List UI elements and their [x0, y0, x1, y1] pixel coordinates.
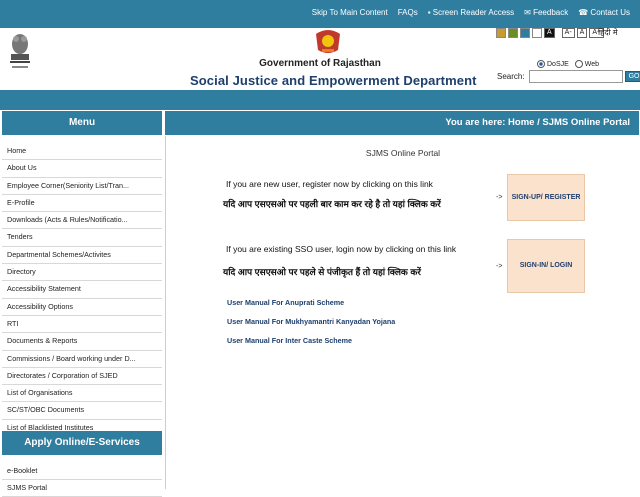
font-decrease-button[interactable]: A-	[561, 28, 575, 38]
menu-item-accessibility-options[interactable]: Accessibility Options	[2, 299, 162, 316]
menu-item-about[interactable]: About Us	[2, 160, 162, 178]
menu-item-employee-corner[interactable]: Employee Corner(Seniority List/Tran...	[2, 178, 162, 195]
existing-user-text-en: If you are existing SSO user, login now …	[226, 244, 457, 254]
menu-item-e-profile[interactable]: E-Profile	[2, 195, 162, 213]
signup-arrow: ->	[496, 194, 503, 201]
breadcrumb-separator: /	[537, 117, 540, 128]
menu-item-commissions[interactable]: Commissions / Board working under D...	[2, 351, 162, 368]
screen-reader-label: Screen Reader Access	[432, 8, 515, 17]
manual-kanyadan-link[interactable]: User Manual For Mukhyamantri Kanyadan Yo…	[227, 317, 395, 326]
new-user-text-en: If you are new user, register now by cli…	[226, 179, 433, 189]
menu-item-directory[interactable]: Directory	[2, 264, 162, 282]
side-menu: Home About Us Employee Corner(Seniority …	[2, 143, 162, 438]
feedback-label: Feedback	[533, 8, 569, 17]
signup-register-button[interactable]: SIGN-UP/ REGISTER	[507, 174, 585, 221]
radio-web[interactable]: Web	[574, 60, 600, 68]
page-title: SJMS Online Portal	[365, 148, 441, 158]
national-emblem-icon	[10, 34, 30, 68]
menu-item-accessibility-statement[interactable]: Accessibility Statement	[2, 281, 162, 299]
menu-item-tenders[interactable]: Tenders	[2, 229, 162, 247]
menu-item-organisations[interactable]: List of Organisations	[2, 385, 162, 403]
header-band	[0, 90, 640, 110]
high-contrast-button[interactable]: A	[544, 28, 555, 38]
font-normal-button[interactable]: A	[576, 28, 588, 38]
radio-web-label: Web	[584, 60, 600, 68]
skip-to-main-link[interactable]: Skip To Main Content	[312, 8, 388, 17]
manual-anuprati-link[interactable]: User Manual For Anuprati Scheme	[227, 298, 344, 307]
signin-login-button[interactable]: SIGN-IN/ LOGIN	[507, 239, 585, 293]
search-go-button[interactable]: GO	[624, 71, 640, 82]
search-bar: Search: GO	[497, 70, 640, 83]
menu-item-downloads[interactable]: Downloads (Acts & Rules/Notificatio...	[2, 212, 162, 230]
existing-user-text-hi: यदि आप एसएसओ पर पहले से पंजीकृत हैं तो य…	[223, 267, 421, 277]
theme-swatch-green[interactable]	[508, 28, 518, 38]
menu-item-e-booklet[interactable]: e-Booklet	[2, 463, 162, 480]
top-bar: Skip To Main Content FAQs ▪ Screen Reade…	[0, 0, 640, 28]
menu-item-directorates[interactable]: Directorates / Corporation of SJED	[2, 368, 162, 386]
radio-dosje-label: DoSJE	[547, 60, 569, 68]
menu-item-home[interactable]: Home	[2, 143, 162, 161]
theme-swatch-blue[interactable]	[520, 28, 530, 38]
hindi-link[interactable]: हिंदी मे	[598, 27, 618, 38]
breadcrumb-bar: You are here: Home / SJMS Online Portal	[165, 111, 639, 135]
radio-dosje-dot	[537, 60, 545, 68]
faqs-link[interactable]: FAQs	[398, 8, 418, 17]
search-scope: DoSJE Web	[537, 60, 599, 68]
breadcrumb-prefix: You are here:	[445, 117, 506, 128]
signin-arrow: ->	[496, 263, 503, 270]
breadcrumb-home-link[interactable]: Home	[508, 117, 534, 128]
menu-item-sc-st-obc[interactable]: SC/ST/OBC Documents	[2, 402, 162, 420]
top-links: Skip To Main Content FAQs ▪ Screen Reade…	[312, 8, 630, 17]
breadcrumb: You are here: Home / SJMS Online Portal	[445, 117, 630, 128]
screen-reader-link[interactable]: ▪ Screen Reader Access	[428, 8, 514, 17]
menu-item-schemes[interactable]: Departmental Schemes/Activites	[2, 247, 162, 265]
theme-swatch-white[interactable]	[532, 28, 542, 38]
search-label: Search:	[497, 72, 525, 81]
menu-heading: Menu	[2, 111, 162, 135]
contact-label: Contact Us	[590, 8, 630, 17]
search-input[interactable]	[528, 70, 623, 83]
radio-web-dot	[574, 60, 583, 68]
department-title: Social Justice and Empowerment Departmen…	[190, 73, 477, 88]
apply-online-menu: e-Booklet SJMS Portal	[2, 463, 162, 497]
menu-item-documents[interactable]: Documents & Reports	[2, 333, 162, 351]
accessibility-controls: A A- A A+	[496, 28, 605, 38]
menu-item-rti[interactable]: RTI	[2, 316, 162, 334]
manual-inter-caste-link[interactable]: User Manual For Inter Caste Scheme	[227, 336, 352, 345]
main-content: SJMS Online Portal If you are new user, …	[165, 136, 640, 489]
new-user-text-hi: यदि आप एसएसओ पर पहली बार काम कर रहे है त…	[223, 199, 441, 209]
apply-online-heading: Apply Online/E-Services	[2, 431, 162, 455]
feedback-link[interactable]: ✉ Feedback	[524, 8, 568, 17]
site-header: Government of Rajasthan Social Justice a…	[0, 28, 640, 90]
breadcrumb-current: SJMS Online Portal	[542, 117, 630, 128]
theme-swatch-gold[interactable]	[496, 28, 506, 38]
radio-dosje[interactable]: DoSJE	[537, 60, 569, 68]
rajasthan-crest-icon	[316, 30, 340, 53]
contact-us-link[interactable]: ☎ Contact Us	[578, 8, 630, 17]
